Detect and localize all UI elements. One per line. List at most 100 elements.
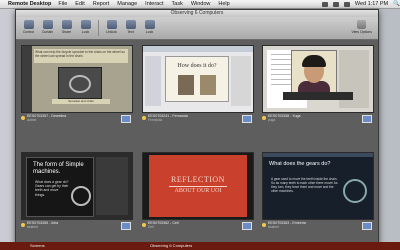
lock-label: Lock: [81, 30, 90, 34]
menu-bar: Remote Desktop File Edit Report Manage I…: [0, 0, 400, 9]
control-button[interactable]: Control: [20, 17, 37, 34]
share-icon: [61, 20, 72, 29]
view-options-button[interactable]: View Options: [351, 20, 372, 34]
slide-photo: [200, 75, 216, 95]
unlock-label: Unlock: [106, 30, 117, 34]
bicycle-image: [58, 67, 102, 99]
observe-window: Observing 6 Computers Control Curtain Sh…: [15, 9, 379, 244]
menu-interact[interactable]: Interact: [145, 0, 163, 8]
screen-thumbnail[interactable]: What can help the bicycle sprocket to th…: [21, 45, 133, 113]
slide-title: How does it do?: [177, 63, 217, 69]
background-tab[interactable]: Screens: [30, 243, 45, 248]
screen-caption: EES0703357 - Dewelina Admin: [21, 114, 131, 124]
status-icon: [262, 116, 266, 120]
display-icon: [242, 222, 252, 230]
slide-preview: The form of Simple machines. What does a…: [26, 157, 94, 217]
status-icon: [21, 223, 25, 227]
wheel-icon: [69, 75, 91, 93]
slide-preview: How does it do?: [165, 56, 229, 102]
screen-caption: EES0703358 - Yuga yuga: [262, 114, 372, 124]
effects-strip: [283, 92, 353, 100]
slide-question: What can help the bicycle sprocket to th…: [34, 49, 128, 63]
status-icon: [142, 223, 146, 227]
user-name: Fernanda: [148, 118, 163, 123]
background-status: Observing 6 Computers: [150, 243, 193, 248]
remote-side-panel: [231, 56, 251, 106]
slide-photo: [178, 75, 194, 95]
curtain-label: Curtain: [41, 30, 54, 34]
menu-task[interactable]: Task: [172, 0, 183, 8]
gear-icon: [71, 186, 91, 206]
status-icon: [142, 116, 146, 120]
control-icon: [23, 20, 34, 29]
screen-thumbnail[interactable]: How does it do?: [142, 45, 254, 113]
window-titlebar[interactable]: Observing 6 Computers: [16, 10, 378, 17]
slide-title: What does the gears do?: [269, 161, 331, 167]
screen-caption: EES0703355 - Ikha student: [21, 221, 131, 231]
webcam-window: [291, 50, 337, 96]
menu-window[interactable]: Window: [191, 0, 211, 8]
status-icon: [21, 116, 25, 120]
slide-body: What does a gear do? Gears can get by th…: [35, 180, 69, 197]
screen-thumbnail[interactable]: What does the gears do? A gear used to m…: [262, 152, 374, 220]
person-hair: [302, 55, 326, 67]
view-options-label: View Options: [351, 30, 372, 34]
app-menu[interactable]: Remote Desktop: [8, 0, 51, 8]
share-label: Share: [61, 30, 72, 34]
spotlight-icon[interactable]: 🔍: [393, 0, 400, 8]
unlock-icon: [106, 20, 117, 29]
unlock-button[interactable]: Unlock: [103, 17, 120, 34]
background-right-panel: [378, 9, 400, 250]
remote-toolbar: [143, 46, 253, 52]
padlock-icon: [144, 20, 155, 29]
wifi-icon[interactable]: [321, 1, 328, 7]
status-icon: [262, 223, 266, 227]
curtain-button[interactable]: Curtain: [39, 17, 56, 34]
background-bottom-strip: Screens Observing 6 Computers: [0, 242, 400, 250]
screen-thumbnail[interactable]: [262, 45, 374, 113]
slide-thumbnails: [145, 56, 161, 106]
menu-extras: Wed 1:17 PM 🔍: [317, 0, 400, 8]
lock-button[interactable]: Lock: [77, 17, 94, 34]
user-name: Cell: [148, 225, 154, 230]
lock-screen-button[interactable]: Lock: [141, 17, 158, 34]
menu-clock[interactable]: Wed 1:17 PM: [355, 0, 388, 8]
volume-icon[interactable]: [332, 1, 339, 7]
screen-thumbnail[interactable]: The form of Simple machines. What does a…: [21, 152, 133, 220]
display-icon: [362, 222, 372, 230]
display-icon: [242, 115, 252, 123]
text-button[interactable]: Text: [122, 17, 139, 34]
remote-side-panel: [96, 157, 128, 215]
screen-thumbnail[interactable]: REFLECTION ABOUT OUR UOI: [142, 152, 254, 220]
window-title: Observing 6 Computers: [170, 10, 224, 16]
menu-edit[interactable]: Edit: [75, 0, 84, 8]
user-name: Admin: [27, 118, 37, 123]
user-name: student: [27, 225, 38, 230]
display-icon: [362, 115, 372, 123]
user-name: yuga: [268, 118, 276, 123]
slide-title: The form of Simple machines.: [33, 162, 84, 175]
screen-caption: EES0703362 - Cell Cell: [142, 221, 252, 231]
share-button[interactable]: Share: [58, 17, 75, 34]
lock-screen-label: Lock: [145, 30, 154, 34]
text-label: Text: [127, 30, 134, 34]
slide-body: A gear used to move the teeth inside the…: [271, 177, 338, 193]
user-name: student: [268, 225, 279, 230]
display-icon: [121, 115, 131, 123]
remote-toolbar: [263, 153, 373, 157]
lock-icon: [80, 20, 91, 29]
battery-icon[interactable]: [343, 1, 350, 7]
text-icon: [125, 20, 136, 29]
window-toolbar: Control Curtain Share Lock Unlock Text L…: [16, 17, 378, 40]
menu-manage[interactable]: Manage: [117, 0, 137, 8]
menu-help[interactable]: Help: [218, 0, 229, 8]
screen-caption: EES0703241 - Fernanda Fernanda: [142, 114, 252, 124]
view-options-icon: [357, 20, 367, 29]
menu-report[interactable]: Report: [93, 0, 110, 8]
screen-grid: What can help the bicycle sprocket to th…: [16, 41, 378, 243]
toolbar-separator: [98, 20, 99, 36]
menu-file[interactable]: File: [58, 0, 67, 8]
remote-dock: [22, 46, 32, 112]
slide-preview: REFLECTION ABOUT OUR UOI: [149, 155, 247, 217]
gear-icon: [343, 179, 367, 203]
